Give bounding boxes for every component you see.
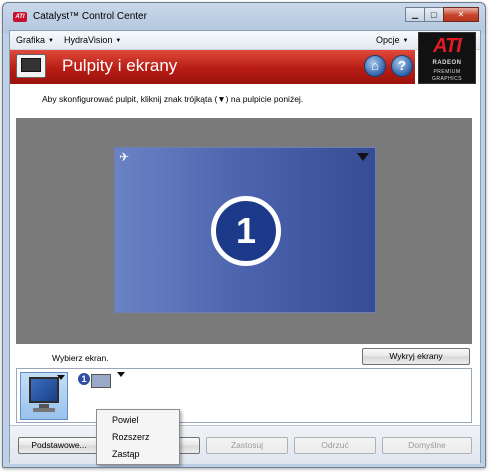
- menu-grafika[interactable]: Grafika ▼: [16, 35, 54, 45]
- discard-button[interactable]: Odrzuć: [294, 437, 376, 454]
- thumbnail-triangle-icon[interactable]: [57, 375, 65, 380]
- desktop-layout-area: ✈ 1: [16, 118, 472, 344]
- screen-thumbnails: 1: [16, 368, 472, 423]
- app-logo-icon: ATI: [13, 12, 27, 22]
- monitor-thumbnail-2[interactable]: 1: [77, 372, 125, 392]
- radeon-text: RADEON: [432, 60, 462, 66]
- menu-opcje[interactable]: Opcje ▼: [376, 35, 408, 45]
- app-window: ATI Catalyst™ Control Center ▁ ▢ ✕ Grafi…: [2, 2, 486, 468]
- monitor-icon: [91, 374, 111, 388]
- chevron-down-icon: ▼: [48, 38, 54, 44]
- context-menu: Powiel Rozszerz Zastąp: [96, 409, 180, 465]
- basic-button[interactable]: Podstawowe...: [18, 437, 100, 454]
- apply-button[interactable]: Zastosuj: [206, 437, 288, 454]
- menu-opcje-label: Opcje: [376, 35, 400, 45]
- menu-item-extend[interactable]: Rozszerz: [97, 429, 179, 446]
- display-number-badge: 1: [211, 196, 281, 266]
- menu-hydravision-label: HydraVision: [64, 35, 113, 45]
- display-badge: 1: [77, 372, 91, 386]
- desktop-preview[interactable]: ✈ 1: [114, 147, 376, 313]
- page-title: Pulpity i ekrany: [62, 56, 178, 75]
- graphics-text: GRAPHICS: [431, 76, 463, 82]
- title-bar[interactable]: ATI Catalyst™ Control Center ▁ ▢ ✕: [3, 3, 485, 31]
- window-controls: ▁ ▢ ✕: [405, 7, 479, 22]
- window-title: Catalyst™ Control Center: [33, 11, 147, 22]
- minimize-icon[interactable]: ▁: [405, 7, 425, 22]
- client-area: Grafika ▼ HydraVision ▼ Opcje ▼ Pulpity i e…: [9, 30, 481, 465]
- menu-item-duplicate[interactable]: Powiel: [97, 412, 179, 429]
- thumbnail-triangle-icon[interactable]: [117, 372, 125, 377]
- menu-item-replace[interactable]: Zastąp: [97, 446, 179, 463]
- chevron-down-icon: ▼: [115, 38, 122, 44]
- page-banner: Pulpity i ekrany ⌂ ?: [10, 50, 415, 84]
- instruction-text: Aby skonfigurować pulpit, kliknij znak t…: [42, 94, 304, 104]
- desktops-icon: [16, 54, 46, 78]
- monitor-thumbnail-1[interactable]: [20, 372, 68, 420]
- home-icon[interactable]: ⌂: [364, 55, 386, 77]
- airplane-icon: ✈: [119, 150, 130, 164]
- select-screen-label: Wybierz ekran.: [52, 353, 109, 363]
- ati-logo-text: ATI: [433, 35, 462, 57]
- premium-text: PREMIUM: [433, 69, 461, 75]
- detect-displays-button[interactable]: Wykryj ekrany: [362, 348, 470, 365]
- desktop-menu-triangle-icon[interactable]: [357, 153, 369, 161]
- menu-grafika-label: Grafika: [16, 35, 46, 45]
- defaults-button[interactable]: Domyślne: [382, 437, 472, 454]
- maximize-icon[interactable]: ▢: [424, 7, 444, 22]
- menu-hydravision[interactable]: HydraVision ▼: [64, 35, 121, 45]
- ati-radeon-logo: ATI RADEON PREMIUM GRAPHICS: [418, 32, 476, 84]
- menu-bar: Grafika ▼ HydraVision ▼ Opcje ▼: [10, 31, 480, 50]
- monitor-icon: [29, 377, 59, 403]
- chevron-down-icon: ▼: [402, 38, 409, 44]
- help-icon[interactable]: ?: [391, 55, 413, 77]
- bottom-button-bar: Podstawowe... OK Zastosuj Odrzuć Domyśln…: [10, 425, 480, 464]
- close-icon[interactable]: ✕: [443, 7, 479, 22]
